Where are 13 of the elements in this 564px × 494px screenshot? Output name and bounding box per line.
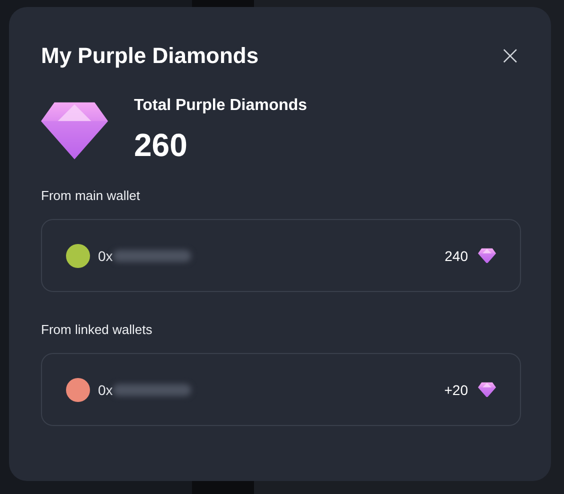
- total-label: Total Purple Diamonds: [134, 97, 308, 115]
- diamond-amount: 240: [444, 248, 468, 264]
- total-value: 260: [134, 127, 188, 164]
- close-button[interactable]: ×: [499, 43, 521, 69]
- dialog-title: My Purple Diamonds: [41, 43, 259, 69]
- wallet-address: 0x: [98, 382, 113, 398]
- diamond-icon: [41, 101, 108, 160]
- wallet-address: 0x: [98, 248, 113, 264]
- section-heading: From linked wallets: [41, 322, 154, 337]
- section-heading: From main wallet: [41, 188, 141, 203]
- diamond-icon: [478, 248, 496, 264]
- diamond-icon: [478, 382, 496, 398]
- diamond-amount: +20: [444, 382, 468, 398]
